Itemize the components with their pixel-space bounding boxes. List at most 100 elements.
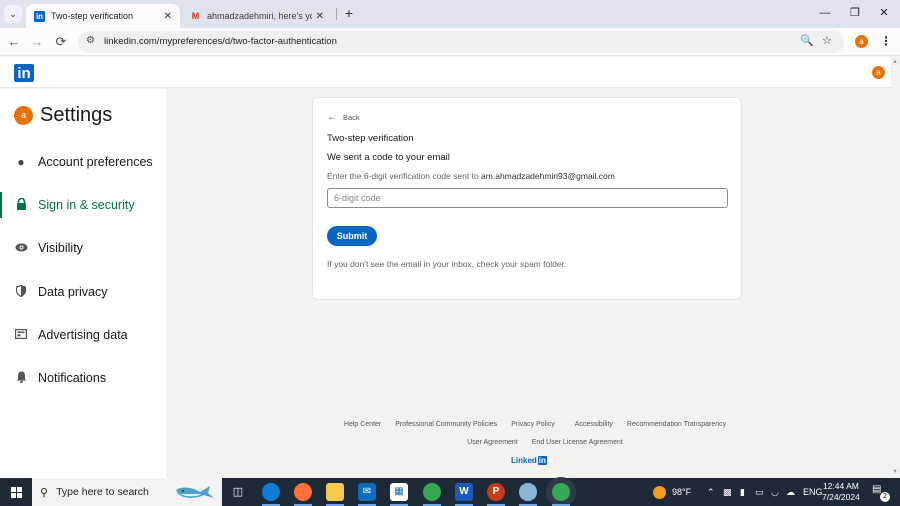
sidebar-item-notifications[interactable]: Notifications xyxy=(0,365,166,391)
sidebar-item-label: Visibility xyxy=(38,241,83,255)
browser-menu-button[interactable]: ⋮ xyxy=(880,34,892,48)
arrow-left-icon: ← xyxy=(7,34,21,49)
onedrive-cloud-icon[interactable]: ☁ xyxy=(786,478,795,506)
newspaper-icon xyxy=(14,328,28,342)
tab-gmail[interactable]: M ahmadzadehmiri, here's your PI ✕ xyxy=(182,4,332,28)
back-label: Back xyxy=(343,113,360,122)
whale-illustration-icon xyxy=(176,486,214,498)
browser-tab-strip: ⌄ in Two-step verification ✕ M ahmadzade… xyxy=(0,0,900,28)
close-icon[interactable]: ✕ xyxy=(316,11,324,22)
sidebar-item-label: Sign in & security xyxy=(38,198,135,212)
minimize-button[interactable]: — xyxy=(810,4,840,22)
page-scrollbar[interactable]: ▲ ▼ xyxy=(891,57,900,478)
scroll-up-icon[interactable]: ▲ xyxy=(892,59,898,65)
arrow-right-icon: → xyxy=(30,34,44,49)
new-tab-button[interactable]: + xyxy=(342,5,356,23)
minimize-icon: — xyxy=(819,7,831,19)
word-icon[interactable]: W xyxy=(455,483,473,506)
firefox-icon[interactable] xyxy=(294,483,312,506)
bookmark-star-icon[interactable]: ☆ xyxy=(822,34,832,47)
settings-title: Settings xyxy=(40,104,113,126)
tab-search-button[interactable]: ⌄ xyxy=(4,5,22,23)
notification-center-button[interactable]: ▤ 2 xyxy=(872,484,890,502)
footer-link-recommendation-transparency[interactable]: Recommendation Transparency xyxy=(627,421,726,428)
tab-separator xyxy=(336,8,337,20)
spam-hint-text: If you don't see the email in your inbox… xyxy=(327,259,567,269)
sidebar-item-data-privacy[interactable]: Data privacy xyxy=(0,279,166,305)
browser-profile-avatar[interactable]: a xyxy=(855,35,868,48)
restore-button[interactable]: ❐ xyxy=(840,4,870,22)
tab-title: ahmadzadehmiri, here's your PI xyxy=(207,11,312,21)
instruction-text: Enter the 6-digit verification code sent… xyxy=(327,171,615,181)
sidebar-item-sign-in-security[interactable]: Sign in & security xyxy=(0,192,166,218)
footer-link-eula[interactable]: End User License Agreement xyxy=(532,439,623,446)
sidebar-item-visibility[interactable]: Visibility xyxy=(0,235,166,261)
url-text[interactable]: linkedin.com/mypreferences/d/two-factor-… xyxy=(104,36,337,47)
search-icon: ⚲ xyxy=(40,486,49,499)
sun-icon xyxy=(653,486,666,500)
footer-link-help-center[interactable]: Help Center xyxy=(344,421,381,428)
linkedin-logo[interactable]: in xyxy=(14,64,34,82)
page-title: Two-step verification xyxy=(327,133,414,144)
microsoft-store-icon[interactable]: ▦ xyxy=(390,483,408,506)
weather-widget[interactable]: 98°F xyxy=(653,478,691,506)
zoom-icon[interactable]: 🔍 xyxy=(800,34,814,47)
clock-date: 7/24/2024 xyxy=(822,492,860,502)
footer-link-community-policies[interactable]: Professional Community Policies xyxy=(395,421,497,428)
file-explorer-icon[interactable] xyxy=(326,483,344,506)
edge-icon[interactable] xyxy=(262,483,280,506)
submit-button[interactable]: Submit xyxy=(327,226,377,246)
powerpoint-icon[interactable]: P xyxy=(487,483,505,506)
footer-link-user-agreement[interactable]: User Agreement xyxy=(467,439,518,446)
microphone-icon[interactable]: ▮ xyxy=(740,478,745,506)
weather-temp: 98°F xyxy=(672,487,692,497)
tab-two-step-verification[interactable]: in Two-step verification ✕ xyxy=(26,4,180,28)
footer-links-row-1: Help Center Professional Community Polic… xyxy=(320,421,750,428)
clock-time: 12:44 AM xyxy=(822,481,859,491)
footer-link-accessibility[interactable]: Accessibility xyxy=(575,421,613,428)
language-indicator[interactable]: ENG xyxy=(803,478,823,506)
instruction-prefix: Enter the 6-digit verification code sent… xyxy=(327,171,479,181)
bell-icon xyxy=(14,371,28,386)
taskbar-clock[interactable]: 12:44 AM 7/24/2024 xyxy=(822,481,860,503)
footer-linkedin-logo[interactable]: Linked in xyxy=(511,456,547,465)
chrome-profile-icon[interactable] xyxy=(552,483,570,506)
forward-button[interactable]: → xyxy=(28,33,46,51)
back-button[interactable]: ← xyxy=(5,33,23,51)
back-link[interactable]: ← Back xyxy=(327,112,360,123)
reload-icon: ⟳ xyxy=(55,34,67,49)
task-view-icon[interactable]: ◫ xyxy=(229,483,247,501)
shield-icon xyxy=(14,284,28,300)
wifi-icon[interactable]: ◡ xyxy=(771,478,779,506)
plus-icon: + xyxy=(344,5,354,21)
reload-button[interactable]: ⟳ xyxy=(52,33,70,51)
close-icon[interactable]: ✕ xyxy=(164,11,172,22)
linkedin-icon: in xyxy=(34,10,45,22)
mail-icon[interactable]: ✉ xyxy=(358,483,376,506)
linkedin-header: in a xyxy=(0,57,891,88)
sidebar-item-account-preferences[interactable]: ● Account preferences xyxy=(0,149,166,175)
browser-toolbar: ← → ⟳ ⚙ linkedin.com/mypreferences/d/two… xyxy=(0,28,900,56)
restore-icon: ❐ xyxy=(850,7,860,19)
show-hidden-icons-button[interactable]: ⌃ xyxy=(707,478,715,506)
footer-link-privacy-policy[interactable]: Privacy Policy xyxy=(511,421,555,428)
tab-title: Two-step verification xyxy=(51,11,134,21)
site-settings-icon[interactable]: ⚙ xyxy=(86,35,95,46)
paint-icon[interactable] xyxy=(519,483,537,506)
start-button[interactable] xyxy=(0,478,32,506)
gmail-icon: M xyxy=(191,11,200,21)
windows-taskbar: ⚲ Type here to search ◫ ✉ ▦ W P 98°F ⌃ ▩… xyxy=(0,478,900,506)
scroll-down-icon[interactable]: ▼ xyxy=(892,469,898,475)
section-subtitle: We sent a code to your email xyxy=(327,152,450,163)
chrome-icon[interactable] xyxy=(423,483,441,506)
sidebar-item-advertising-data[interactable]: Advertising data xyxy=(0,322,166,348)
address-bar[interactable]: ⚙ linkedin.com/mypreferences/d/two-facto… xyxy=(78,31,844,53)
verification-code-input[interactable] xyxy=(327,188,728,208)
battery-icon[interactable]: ▭ xyxy=(755,478,764,506)
taskbar-search[interactable]: ⚲ Type here to search xyxy=(32,478,222,506)
meet-now-icon[interactable]: ▩ xyxy=(723,478,732,506)
settings-heading: a Settings xyxy=(14,104,112,127)
close-window-button[interactable]: ✕ xyxy=(869,4,899,22)
header-avatar[interactable]: a xyxy=(872,66,885,79)
footer-links-row-2: User Agreement End User License Agreemen… xyxy=(330,439,760,446)
